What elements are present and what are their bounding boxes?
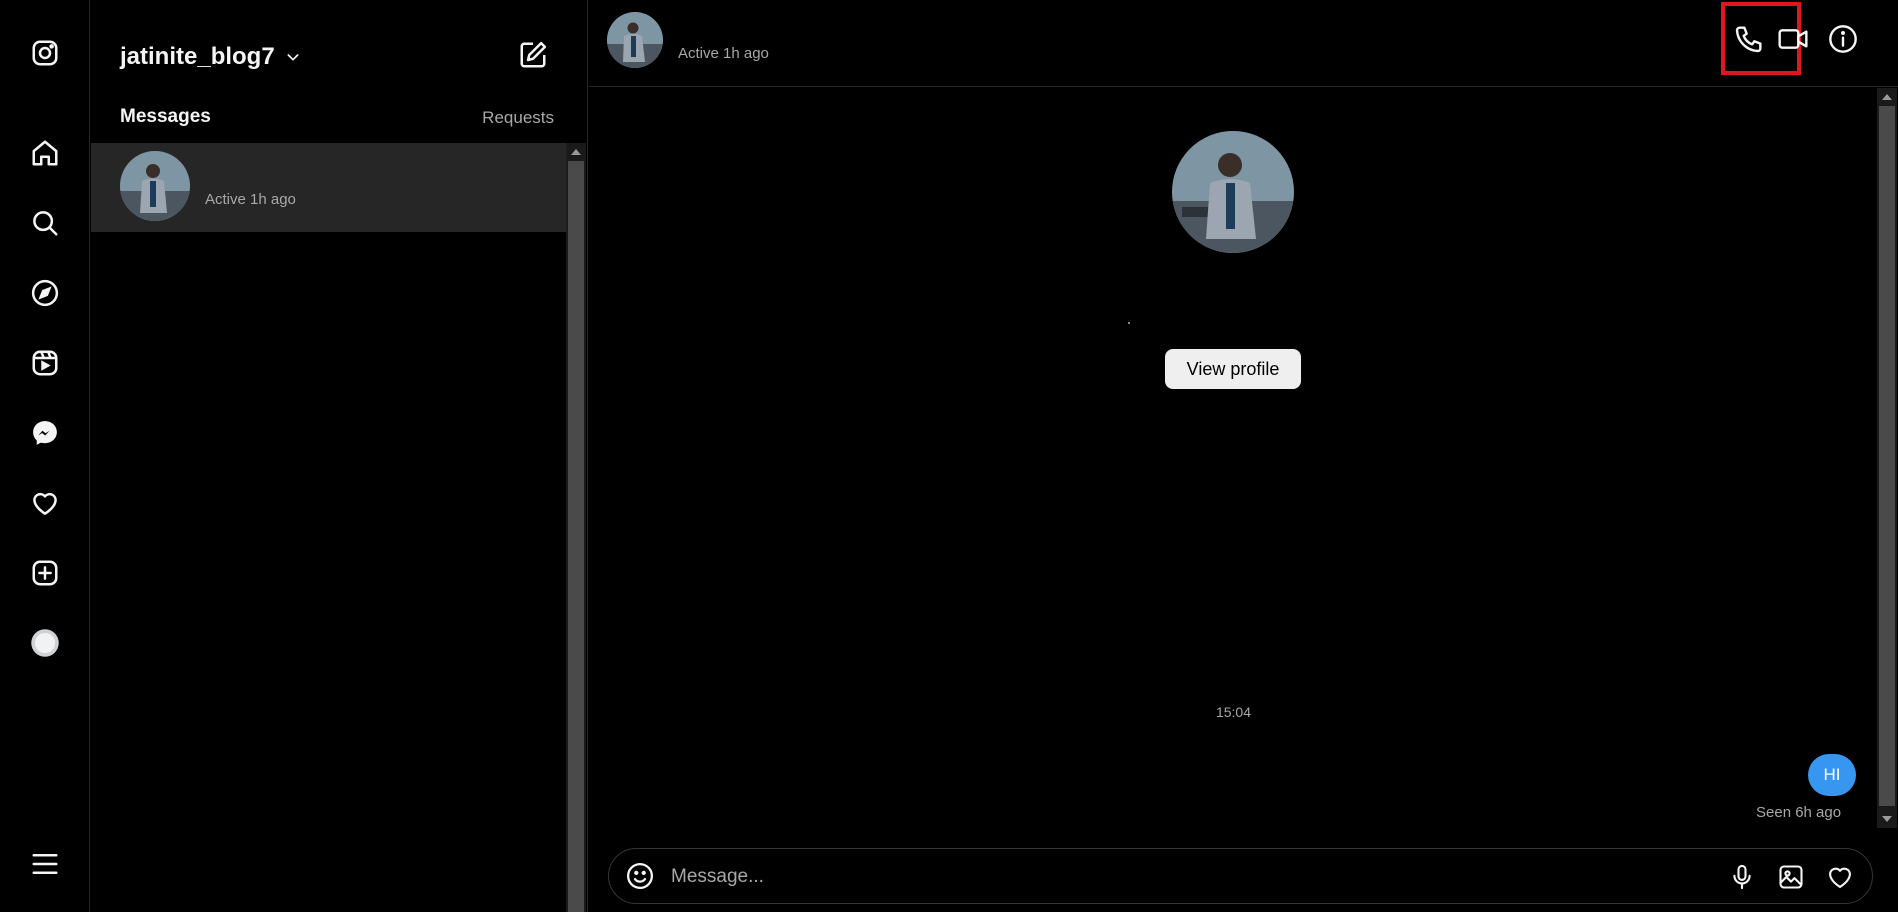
compose-icon: [520, 41, 547, 68]
explore-icon[interactable]: [29, 277, 61, 309]
chat-header: Active 1h ago: [589, 0, 1898, 87]
message-composer: [608, 848, 1873, 904]
phone-icon: [1735, 26, 1762, 53]
voice-message-button[interactable]: [1725, 860, 1759, 894]
video-call-button[interactable]: [1774, 20, 1812, 58]
chat-panel: Active 1h ago View profile 15:04 HI Seen…: [589, 0, 1898, 912]
contact-avatar: [120, 151, 190, 221]
conversation-list-item[interactable]: Active 1h ago: [91, 143, 566, 232]
scrollbar-thumb[interactable]: [1879, 106, 1895, 806]
scroll-up-arrow-icon[interactable]: [571, 149, 581, 155]
inbox-header: jatinite_blog7: [91, 0, 588, 110]
image-icon: [1779, 865, 1803, 889]
conversation-status: Active 1h ago: [205, 191, 296, 208]
account-switcher[interactable]: jatinite_blog7: [120, 43, 301, 71]
emoji-icon: [627, 863, 653, 889]
audio-call-button[interactable]: [1730, 20, 1768, 58]
sent-message-bubble[interactable]: HI: [1808, 754, 1856, 796]
tab-requests[interactable]: Requests: [482, 108, 554, 128]
seen-receipt: Seen 6h ago: [1756, 804, 1842, 821]
chat-scrollbar[interactable]: [1877, 88, 1897, 828]
profile-picture[interactable]: [1172, 131, 1294, 253]
search-icon[interactable]: [29, 207, 61, 239]
like-heart-button[interactable]: [1823, 860, 1857, 894]
left-nav-rail: [0, 0, 90, 912]
heart-icon: [1829, 867, 1851, 888]
create-plus-icon[interactable]: [29, 557, 61, 589]
instagram-logo-icon[interactable]: [29, 37, 61, 69]
emoji-button[interactable]: [623, 859, 657, 893]
account-name: jatinite_blog7: [120, 43, 275, 70]
inbox-tabs: Messages Requests: [91, 106, 588, 136]
conversation-info-button[interactable]: [1824, 20, 1862, 58]
view-profile-button[interactable]: View profile: [1165, 349, 1301, 389]
home-icon[interactable]: [29, 137, 61, 169]
video-camera-icon: [1778, 29, 1808, 49]
add-photo-button[interactable]: [1774, 860, 1808, 894]
tab-messages[interactable]: Messages: [120, 106, 211, 128]
microphone-icon: [1733, 864, 1751, 890]
reels-icon[interactable]: [29, 347, 61, 379]
more-menu-icon[interactable]: [29, 848, 61, 880]
placeholder-dot: [1128, 322, 1130, 324]
scroll-up-arrow-icon[interactable]: [1882, 94, 1892, 100]
conversation-list-scrollbar[interactable]: [566, 143, 586, 912]
chat-header-avatar[interactable]: [607, 12, 663, 68]
message-timestamp: 15:04: [1215, 704, 1252, 720]
message-input[interactable]: [671, 861, 1671, 893]
scroll-down-arrow-icon[interactable]: [1882, 816, 1892, 822]
messenger-icon[interactable]: [29, 417, 61, 449]
profile-avatar-icon[interactable]: [29, 627, 61, 659]
inbox-panel: jatinite_blog7 Messages Requests Active …: [91, 0, 588, 912]
scrollbar-thumb[interactable]: [568, 161, 584, 912]
new-message-button[interactable]: [516, 38, 550, 72]
notifications-heart-icon[interactable]: [29, 487, 61, 519]
info-icon: [1829, 25, 1857, 53]
chevron-down-icon: [287, 54, 299, 61]
chat-header-status: Active 1h ago: [678, 45, 769, 62]
